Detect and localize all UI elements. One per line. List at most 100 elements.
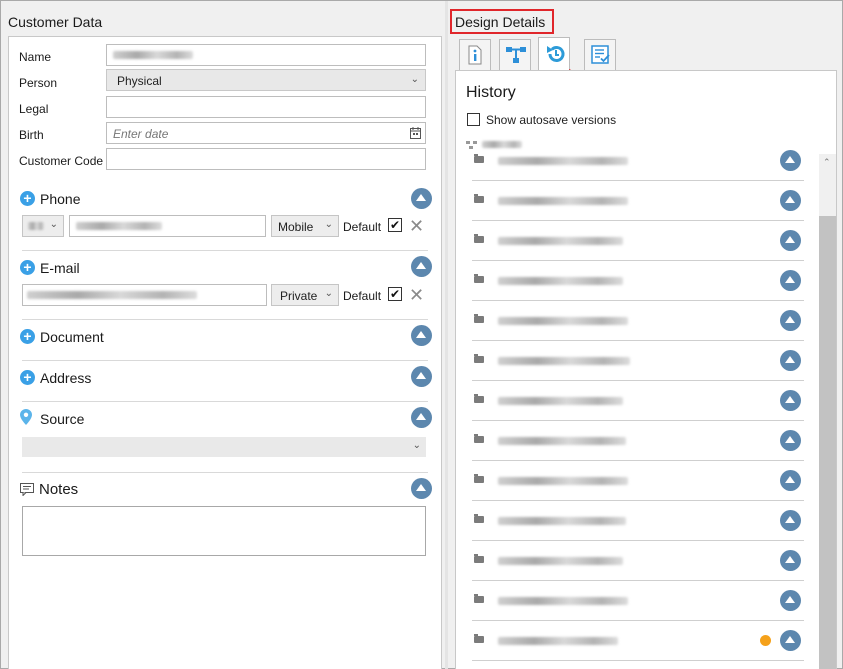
divider [22,472,428,473]
divider [22,360,428,361]
email-type-value: Private [280,289,318,303]
folder-icon [474,514,484,523]
panel-splitter[interactable] [445,1,448,669]
collapse-document-button[interactable] [411,325,432,346]
email-default-label: Default [343,289,382,303]
email-section-title: E-mail [40,260,80,276]
folder-icon [474,634,484,643]
redacted-history-entry [498,637,618,645]
redacted-history-entry [498,317,628,325]
history-row[interactable] [472,301,804,341]
collapse-history-row-button[interactable] [780,470,801,491]
add-phone-icon[interactable]: + [20,191,35,206]
collapse-notes-button[interactable] [411,478,432,499]
history-row[interactable] [472,621,804,661]
redacted-history-entry [498,437,626,445]
redacted-country [28,222,44,230]
remove-phone-icon[interactable]: ✕ [409,217,424,235]
history-row[interactable] [472,461,804,501]
phone-type-value: Mobile [278,220,314,234]
phone-country-select[interactable]: ⌄ [22,215,64,237]
collapse-history-row-button[interactable] [780,590,801,611]
scrollbar-thumb[interactable] [819,216,836,669]
history-row[interactable] [472,341,804,381]
collapse-history-row-button[interactable] [780,270,801,291]
collapse-history-row-button[interactable] [780,550,801,571]
calendar-icon[interactable] [410,127,421,139]
collapse-history-row-button[interactable] [780,430,801,451]
collapse-address-button[interactable] [411,366,432,387]
history-row[interactable] [472,421,804,461]
collapse-history-row-button[interactable] [780,390,801,411]
design-details-panel: History Show autosave versions ⌃ [455,70,837,669]
show-autosave-checkbox[interactable] [467,113,480,126]
history-row[interactable] [472,581,804,621]
phone-default-checkbox[interactable]: ✔ [388,218,402,232]
birth-date-field[interactable]: Enter date [106,122,426,144]
tab-info[interactable] [459,39,491,70]
add-email-icon[interactable]: + [20,260,35,275]
design-details-title: Design Details [455,14,546,30]
history-row[interactable] [472,381,804,421]
phone-default-label: Default [343,220,382,234]
collapse-history-row-button[interactable] [780,630,801,651]
customer-code-field[interactable] [106,148,426,170]
status-dot [760,635,771,646]
add-document-icon[interactable]: + [20,329,35,344]
birth-label: Birth [19,128,44,142]
history-row[interactable] [472,541,804,581]
divider [22,319,428,320]
folder-icon [474,394,484,403]
collapse-history-row-button[interactable] [780,350,801,371]
document-section-title: Document [40,329,104,345]
email-default-checkbox[interactable]: ✔ [388,287,402,301]
remove-email-icon[interactable]: ✕ [409,286,424,304]
redacted-history-entry [498,477,628,485]
collapse-email-button[interactable] [411,256,432,277]
history-row[interactable] [472,181,804,221]
name-label: Name [19,50,52,64]
notes-section-title: Notes [39,481,79,498]
collapse-history-row-button[interactable] [780,150,801,171]
customer-code-label: Customer Code [19,154,104,168]
collapse-history-row-button[interactable] [780,190,801,211]
person-select[interactable]: Physical ⌄ [106,69,426,91]
phone-type-select[interactable]: Mobile ⌄ [271,215,339,237]
chevron-up-icon[interactable]: ⌃ [823,157,831,168]
add-address-icon[interactable]: + [20,370,35,385]
name-field[interactable] [106,44,426,66]
notes-textarea[interactable] [22,506,426,556]
history-scrollbar[interactable]: ⌃ [819,154,836,669]
email-type-select[interactable]: Private ⌄ [271,284,339,306]
history-title: History [466,84,516,101]
tab-structure[interactable] [499,39,531,70]
legal-label: Legal [19,102,49,116]
redacted-history-entry [498,277,623,285]
folder-icon [474,234,484,243]
info-icon [468,45,482,65]
email-field[interactable] [22,284,267,306]
collapse-history-row-button[interactable] [780,230,801,251]
show-autosave-label: Show autosave versions [486,113,617,127]
source-select[interactable]: ⌄ [22,437,426,457]
folder-icon [474,554,484,563]
collapse-source-button[interactable] [411,407,432,428]
collapse-history-row-button[interactable] [780,510,801,531]
chevron-down-icon: ⌄ [324,219,333,230]
person-select-value: Physical [117,74,162,88]
redacted-history-entry [498,517,626,525]
phone-number-field[interactable] [69,215,266,237]
folder-icon [474,274,484,283]
history-row[interactable] [472,261,804,301]
person-label: Person [19,76,58,90]
redacted-history-entry [498,237,623,245]
history-row[interactable] [472,221,804,261]
location-pin-icon [20,409,32,425]
redacted-history-entry [498,197,628,205]
history-row[interactable] [472,141,804,181]
history-row[interactable] [472,501,804,541]
legal-field[interactable] [106,96,426,118]
folder-icon [474,154,484,163]
collapse-history-row-button[interactable] [780,310,801,331]
collapse-phone-button[interactable] [411,188,432,209]
